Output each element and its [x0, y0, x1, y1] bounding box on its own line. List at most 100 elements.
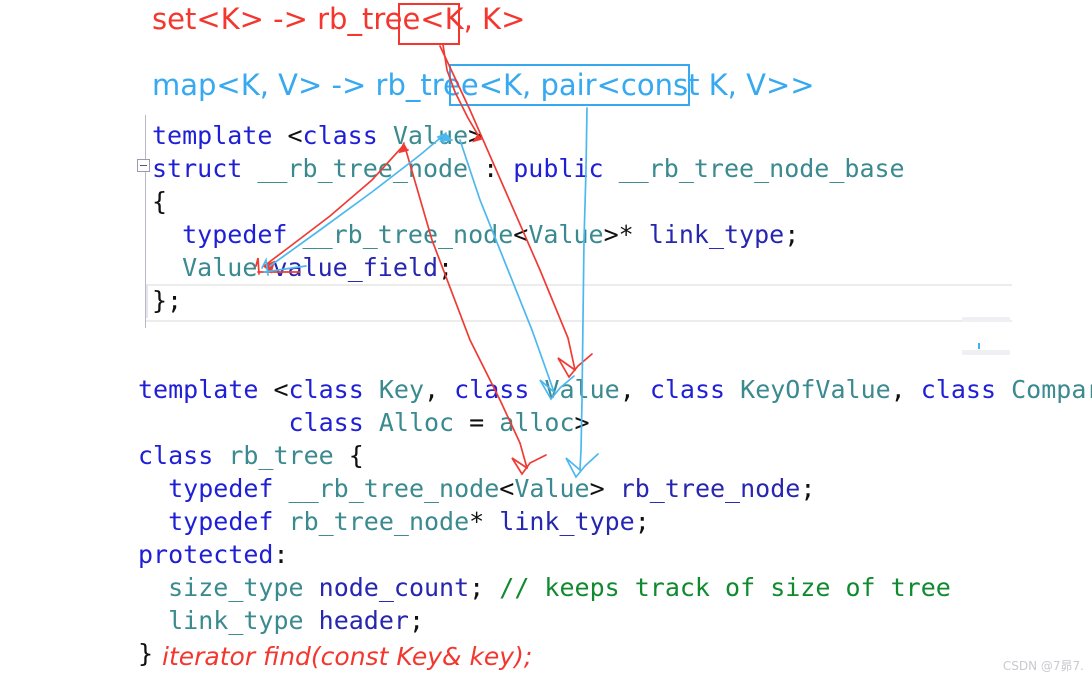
- rb-tree-class-token: ;: [634, 507, 650, 536]
- rb-tree-class-token: *: [469, 507, 500, 536]
- annotation-set-mapping: set<K> -> rb_tree<K, K>: [152, 2, 526, 36]
- rb-tree-class-token: >: [574, 408, 590, 437]
- node-struct-line-4: typedef __rb_tree_node<Value>* link_type…: [152, 219, 799, 251]
- rb-tree-class-line-8: link_type header;: [138, 605, 424, 637]
- node-struct-token: Value: [528, 220, 604, 249]
- rb-tree-class-token: // keeps track of size of tree: [499, 573, 951, 602]
- rb-tree-class-token: __rb_tree_node: [288, 474, 500, 503]
- rb-tree-class-token: size_type: [168, 573, 304, 602]
- rb-tree-class-token: Key: [378, 375, 425, 404]
- node-struct-token: ;: [438, 253, 454, 282]
- node-struct-token: __rb_tree_node: [302, 220, 514, 249]
- rb-tree-class-token: [138, 507, 168, 536]
- rb-tree-class-token: ,: [619, 375, 650, 404]
- node-struct-token: template: [152, 121, 288, 150]
- rb-tree-class-line-6: protected:: [138, 539, 289, 571]
- rb-tree-class-line-2: class Alloc = alloc>: [138, 407, 590, 439]
- rb-tree-class-line-7: size_type node_count; // keeps track of …: [138, 572, 951, 604]
- node-struct-line-5: Value value_field;: [152, 252, 453, 284]
- rb-tree-class-token: <: [499, 474, 515, 503]
- rb-tree-class-token: [273, 474, 288, 503]
- code-editor[interactable]: template <class Value> struct __rb_tree_n…: [0, 112, 1092, 682]
- node-struct-token: public: [513, 154, 604, 183]
- rb-tree-class-token: ,: [890, 375, 921, 404]
- rb-tree-class-token: [529, 375, 544, 404]
- rb-tree-class-line-4: typedef __rb_tree_node<Value> rb_tree_no…: [138, 473, 815, 505]
- node-struct-token: link_type: [648, 220, 785, 249]
- node-struct-token: :: [468, 154, 514, 183]
- rb-tree-class-token: [138, 573, 168, 602]
- rb-tree-class-token: [304, 573, 319, 602]
- rb-tree-class-token: protected: [138, 540, 274, 569]
- rb-tree-class-line-1: template <class Key, class Value, class …: [138, 374, 1092, 406]
- line-highlight-stub-top: [962, 317, 1010, 322]
- node-struct-token: Value: [392, 121, 469, 150]
- node-struct-token: typedef: [182, 220, 288, 249]
- node-struct-token: __rb_tree_node_base: [618, 154, 905, 183]
- rb-tree-class-token: <: [273, 375, 289, 404]
- rb-tree-class-token: :: [273, 540, 289, 569]
- csdn-watermark: CSDN @7昴7.: [1002, 659, 1084, 673]
- node-struct-line-1: template <class Value>: [152, 120, 483, 152]
- current-line-highlight: [146, 284, 1012, 322]
- node-struct-line-6: };: [152, 285, 182, 317]
- node-struct-token: [257, 253, 272, 282]
- rb-tree-class-token: [725, 375, 740, 404]
- highlight-box-map-params: [449, 64, 690, 106]
- rb-tree-class-token: typedef: [168, 507, 274, 536]
- node-struct-token: ;: [784, 220, 800, 249]
- rb-tree-class-token: alloc: [499, 408, 575, 437]
- node-struct-token: __rb_tree_node: [257, 154, 469, 183]
- rb-tree-class-token: Value: [514, 474, 590, 503]
- rb-tree-class-token: KeyOfValue: [740, 375, 891, 404]
- rb-tree-class-token: node_count: [318, 573, 470, 602]
- rb-tree-class-token: ,: [424, 375, 455, 404]
- screenshot-root: set<K> -> rb_tree<K, K> map<K, V> -> rb_…: [0, 0, 1092, 682]
- rb-tree-class-token: link_type: [499, 507, 635, 536]
- current-line-left-marker: [146, 284, 148, 318]
- rb-tree-class-token: [213, 441, 228, 470]
- rb-tree-class-token: Alloc: [378, 408, 455, 437]
- node-struct-token: struct: [152, 154, 243, 183]
- rb-tree-class-line-9: }: [138, 638, 153, 670]
- rb-tree-class-token: [138, 606, 168, 635]
- node-struct-token: [287, 220, 302, 249]
- rb-tree-class-token: Value: [544, 375, 620, 404]
- rb-tree-class-token: [364, 375, 379, 404]
- node-struct-line-2: struct __rb_tree_node : public __rb_tree…: [152, 153, 905, 185]
- rb-tree-class-token: class: [288, 375, 364, 404]
- node-struct-token: class: [302, 121, 378, 150]
- rb-tree-class-token: rb_tree: [228, 441, 334, 470]
- rb-tree-class-token: rb_tree_node: [288, 507, 470, 536]
- rb-tree-class-token: ;: [800, 474, 816, 503]
- node-struct-token: {: [152, 187, 168, 216]
- node-struct-token: [378, 121, 393, 150]
- node-struct-token: };: [152, 286, 183, 315]
- rb-tree-class-token: link_type: [168, 606, 304, 635]
- rb-tree-class-token: class: [649, 375, 726, 404]
- rb-tree-class-token: class: [288, 408, 364, 437]
- rb-tree-class-token: [364, 408, 379, 437]
- rb-tree-class-token: typedef: [168, 474, 274, 503]
- rb-tree-class-token: template: [138, 375, 274, 404]
- rb-tree-class-token: header: [318, 606, 409, 635]
- rb-tree-class-token: }: [138, 639, 154, 668]
- rb-tree-class-token: [138, 474, 168, 503]
- node-struct-token: [242, 154, 257, 183]
- rb-tree-class-token: [273, 507, 288, 536]
- rb-tree-class-token: class: [454, 375, 530, 404]
- rb-tree-class-token: class: [138, 441, 214, 470]
- node-struct-token: <: [287, 121, 303, 150]
- node-struct-token: >: [468, 121, 484, 150]
- rb-tree-class-token: class: [920, 375, 997, 404]
- rb-tree-class-token: ;: [408, 606, 425, 635]
- rb-tree-class-token: ;: [469, 573, 500, 602]
- node-struct-token: value_field: [272, 253, 439, 282]
- rb-tree-class-token: >: [589, 474, 620, 503]
- highlight-box-set-params: [398, 3, 460, 45]
- editor-caret-tick: [978, 343, 980, 349]
- node-struct-token: Value: [182, 253, 258, 282]
- node-struct-token: <: [513, 220, 529, 249]
- rb-tree-class-token: [996, 375, 1011, 404]
- code-fold-toggle[interactable]: [137, 159, 150, 172]
